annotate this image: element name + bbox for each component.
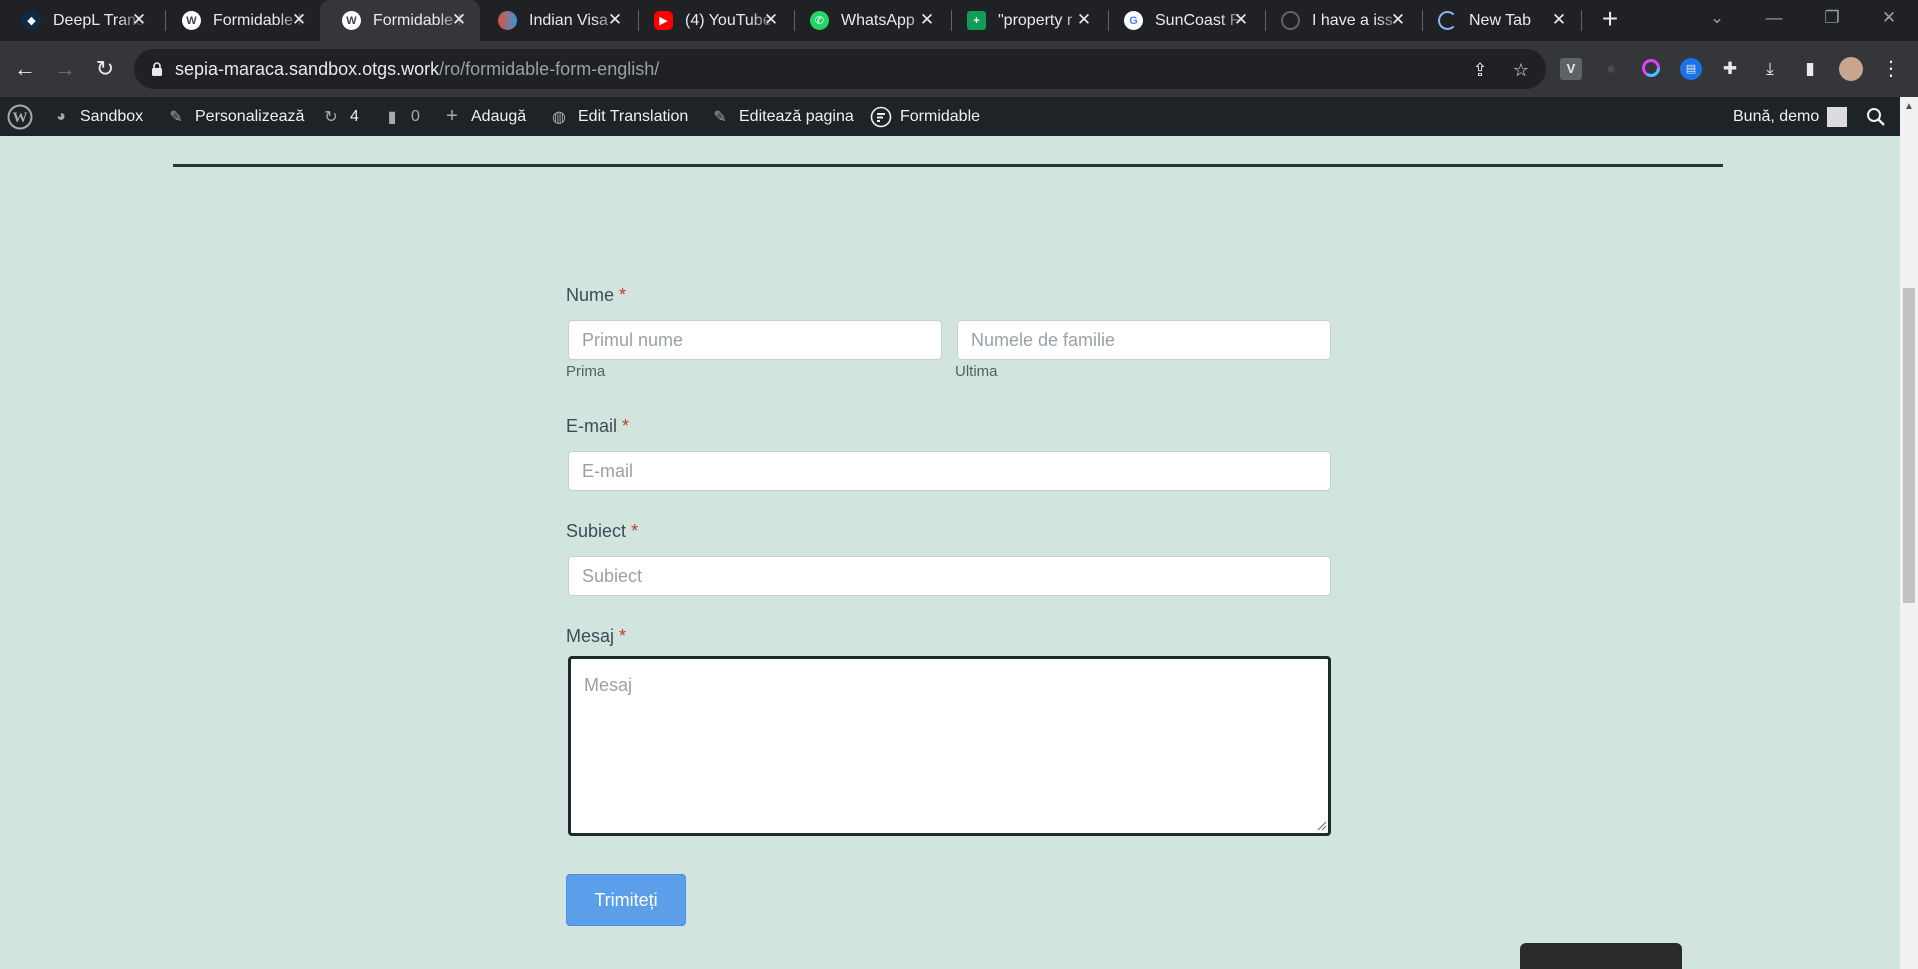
back-arrow-icon[interactable]: ← <box>11 55 39 83</box>
browser-tab-strip: ◆ DeepL Translate ✕ W Formidable Forms ✕… <box>0 0 1918 41</box>
tab-whatsapp[interactable]: ✆ WhatsApp ✕ <box>788 0 948 41</box>
tab-search-chevron-icon[interactable]: ⌄ <box>1705 8 1729 28</box>
profile-avatar[interactable] <box>1839 57 1863 81</box>
bookmark-star-icon[interactable]: ☆ <box>1510 59 1532 81</box>
admin-add-new-link[interactable]: + Adaugă <box>441 97 526 136</box>
visa-icon <box>498 11 517 30</box>
close-tab-icon[interactable]: ✕ <box>606 11 624 29</box>
close-tab-icon[interactable]: ✕ <box>762 11 780 29</box>
tab-issue[interactable]: I have a iss ✕ <box>1259 0 1419 41</box>
floating-widget-bar[interactable] <box>1520 943 1682 969</box>
wordpress-icon: W <box>182 11 201 30</box>
subject-label: Subiect * <box>566 521 639 541</box>
extension-dark-icon[interactable]: ● <box>1600 58 1622 80</box>
deepl-icon: ◆ <box>22 11 41 30</box>
google-icon: G <box>1124 11 1143 30</box>
share-icon[interactable]: ⇪ <box>1469 59 1491 81</box>
close-window-icon[interactable]: ✕ <box>1877 8 1901 28</box>
address-bar[interactable]: sepia-maraca.sandbox.otgs.work/ro/formid… <box>134 49 1546 89</box>
tab-deepl[interactable]: ◆ DeepL Translate ✕ <box>0 0 160 41</box>
extension-color-ring-icon[interactable] <box>1640 58 1662 80</box>
close-tab-icon[interactable]: ✕ <box>130 11 148 29</box>
more-menu-icon[interactable]: ⋮ <box>1880 58 1902 80</box>
admin-search-icon[interactable] <box>1866 97 1886 136</box>
new-tab-plus-icon[interactable]: + <box>1597 5 1623 33</box>
wordpress-logo-icon[interactable]: W <box>7 97 33 136</box>
tab-suncoast[interactable]: G SunCoast F ✕ <box>1102 0 1262 41</box>
pencil-icon: ✎ <box>713 108 727 126</box>
plus-icon: + <box>446 105 458 127</box>
last-name-sublabel: Ultima <box>955 363 998 380</box>
close-tab-icon[interactable]: ✕ <box>1232 11 1250 29</box>
close-tab-icon[interactable]: ✕ <box>1075 11 1093 29</box>
admin-account-menu[interactable]: Bună, demo <box>1733 97 1848 136</box>
tab-formidable-active[interactable]: W Formidable Forms ✕ <box>320 0 480 41</box>
tab-formidable-1[interactable]: W Formidable Forms ✕ <box>160 0 320 41</box>
dashboard-gauge-icon: ◕ <box>56 107 66 125</box>
admin-updates-link[interactable]: ↻ 4 <box>320 97 359 136</box>
email-label: E-mail * <box>566 416 630 436</box>
whatsapp-icon: ✆ <box>810 11 829 30</box>
first-name-sublabel: Prima <box>566 363 606 380</box>
user-avatar <box>1827 106 1848 127</box>
minimize-icon[interactable]: — <box>1762 8 1786 28</box>
url-text[interactable]: sepia-maraca.sandbox.otgs.work/ro/formid… <box>175 59 659 80</box>
tab-youtube[interactable]: ▶ (4) YouTube ✕ <box>632 0 792 41</box>
sheets-icon: + <box>967 11 986 30</box>
restore-icon[interactable]: ❐ <box>1820 8 1844 28</box>
tab-indian-visa[interactable]: Indian Visa ✕ <box>476 0 636 41</box>
lock-icon <box>152 62 162 76</box>
wp-admin-bar: W ◕ Sandbox ✎ Personalizează ↻ 4 ▮ 0 + A… <box>0 97 1900 136</box>
reload-icon[interactable]: ↻ <box>91 55 119 83</box>
name-label: Nume * <box>566 285 627 305</box>
admin-formidable-link[interactable]: Formidable <box>870 97 980 136</box>
admin-edit-page-link[interactable]: ✎ Editează pagina <box>709 97 853 136</box>
message-textarea[interactable] <box>568 656 1331 836</box>
close-tab-icon[interactable]: ✕ <box>918 11 936 29</box>
loading-icon <box>1281 11 1300 30</box>
comment-icon: ▮ <box>387 108 397 126</box>
forward-arrow-icon[interactable]: → <box>51 55 79 83</box>
admin-edit-translation-link[interactable]: ◍ Edit Translation <box>548 97 688 136</box>
extension-v-icon[interactable]: V <box>1560 58 1582 80</box>
close-tab-icon[interactable]: ✕ <box>450 11 468 29</box>
svg-text:W: W <box>13 110 28 126</box>
download-icon[interactable]: ⤓ <box>1759 58 1781 80</box>
submit-button[interactable]: Trimiteți <box>566 874 686 926</box>
scrollbar-thumb[interactable] <box>1903 288 1915 603</box>
scroll-up-arrow-icon[interactable]: ▲ <box>1904 101 1914 112</box>
section-divider <box>173 164 1723 167</box>
formidable-icon <box>870 106 892 128</box>
email-field[interactable] <box>568 451 1331 491</box>
subject-input[interactable] <box>568 556 1331 596</box>
youtube-icon: ▶ <box>654 11 673 30</box>
tab-property-sheet[interactable]: + "property r ✕ <box>945 0 1105 41</box>
extension-translate-icon[interactable]: ▤ <box>1680 58 1702 80</box>
paintbrush-icon: ✎ <box>169 108 183 126</box>
translation-icon: ◍ <box>552 108 566 126</box>
wordpress-icon: W <box>342 11 361 30</box>
close-tab-icon[interactable]: ✕ <box>1550 11 1568 29</box>
message-label: Mesaj * <box>566 626 627 646</box>
tab-new-tab[interactable]: New Tab ✕ <box>1416 0 1580 41</box>
spinner-icon <box>1438 11 1457 30</box>
updates-icon: ↻ <box>324 108 338 126</box>
admin-customize-link[interactable]: ✎ Personalizează <box>165 97 304 136</box>
page-scrollbar[interactable]: ▲ <box>1900 97 1918 969</box>
side-panel-icon[interactable]: ▮ <box>1799 58 1821 80</box>
close-tab-icon[interactable]: ✕ <box>290 11 308 29</box>
close-tab-icon[interactable]: ✕ <box>1389 11 1407 29</box>
resize-handle-icon[interactable] <box>1317 821 1327 831</box>
browser-toolbar: ← → ↻ sepia-maraca.sandbox.otgs.work/ro/… <box>0 41 1918 97</box>
last-name-input[interactable] <box>957 320 1331 360</box>
first-name-input[interactable] <box>568 320 942 360</box>
admin-site-link[interactable]: ◕ Sandbox <box>50 97 143 136</box>
admin-comments-link[interactable]: ▮ 0 <box>381 97 420 136</box>
puzzle-extensions-icon[interactable]: ✚ <box>1719 58 1741 80</box>
